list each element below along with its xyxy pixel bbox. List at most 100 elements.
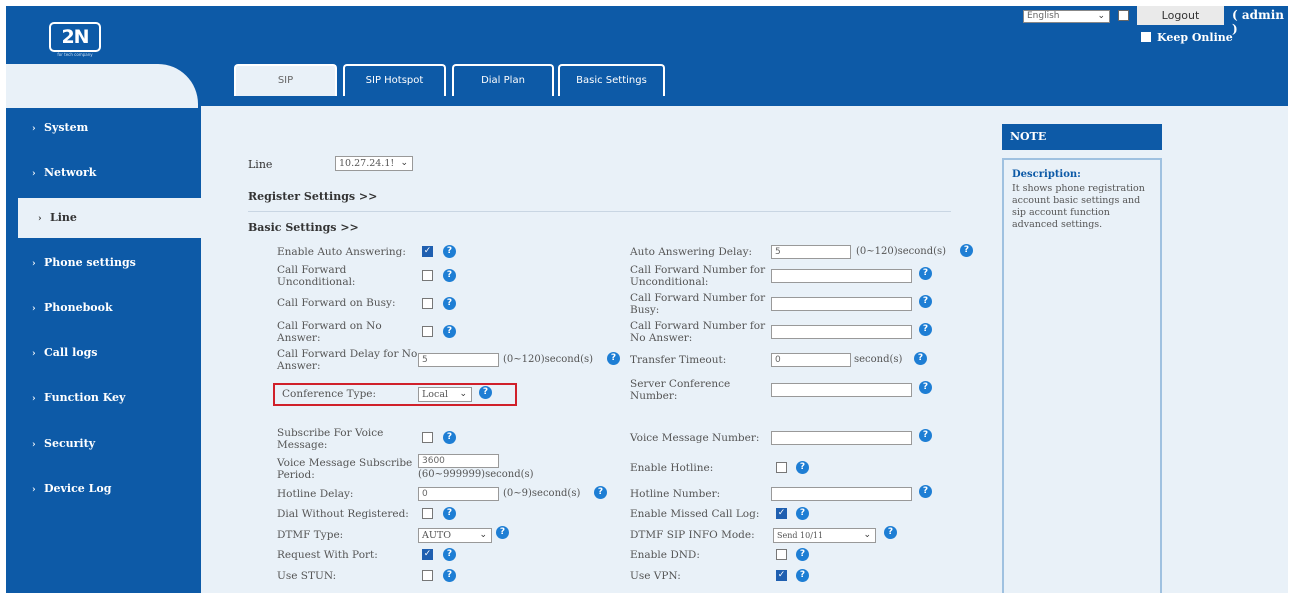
help-icon[interactable]: ? bbox=[443, 245, 456, 258]
enable-missed-call-log-checkbox[interactable]: ✓ bbox=[776, 508, 787, 519]
tab-sip[interactable]: SIP bbox=[234, 64, 337, 96]
dtmf-type-select[interactable]: AUTO ⌄ bbox=[418, 528, 492, 543]
cf-unconditional-checkbox[interactable] bbox=[422, 270, 433, 281]
help-icon[interactable]: ? bbox=[443, 507, 456, 520]
subscribe-voice-checkbox[interactable] bbox=[422, 432, 433, 443]
help-icon[interactable]: ? bbox=[796, 548, 809, 561]
help-icon[interactable]: ? bbox=[496, 526, 509, 539]
use-vpn-checkbox[interactable]: ✓ bbox=[776, 570, 787, 581]
line-select[interactable]: 10.27.24.1! ⌄ bbox=[335, 156, 413, 171]
enable-auto-answering-checkbox[interactable]: ✓ bbox=[422, 246, 433, 257]
help-icon[interactable]: ? bbox=[919, 295, 932, 308]
help-icon[interactable]: ? bbox=[919, 381, 932, 394]
help-icon[interactable]: ? bbox=[884, 526, 897, 539]
sidebar-item-device-log[interactable]: › Device Log bbox=[6, 469, 201, 509]
help-icon[interactable]: ? bbox=[443, 548, 456, 561]
label-line: Server Conference bbox=[630, 378, 731, 390]
dtmf-sip-info-mode-label: DTMF SIP INFO Mode: bbox=[630, 529, 755, 541]
help-icon[interactable]: ? bbox=[443, 431, 456, 444]
transfer-timeout-input[interactable]: 0 bbox=[771, 353, 851, 367]
language-select[interactable]: English ⌄ bbox=[1023, 10, 1110, 23]
help-icon[interactable]: ? bbox=[443, 297, 456, 310]
help-icon[interactable]: ? bbox=[919, 267, 932, 280]
enable-hotline-checkbox[interactable] bbox=[776, 462, 787, 473]
vm-subscribe-period-hint: (60~999999)second(s) bbox=[418, 469, 534, 480]
label-line: No Answer: bbox=[630, 332, 693, 344]
top-checkbox[interactable] bbox=[1118, 10, 1129, 21]
help-icon[interactable]: ? bbox=[919, 485, 932, 498]
enable-hotline-label: Enable Hotline: bbox=[630, 462, 714, 474]
sidebar-item-system[interactable]: › System bbox=[6, 108, 201, 148]
chevron-down-icon: ⌄ bbox=[479, 530, 487, 540]
help-icon[interactable]: ? bbox=[443, 325, 456, 338]
tab-basic-settings[interactable]: Basic Settings bbox=[558, 64, 665, 96]
dial-without-registered-label: Dial Without Registered: bbox=[277, 508, 409, 520]
help-icon[interactable]: ? bbox=[443, 269, 456, 282]
request-with-port-checkbox[interactable]: ✓ bbox=[422, 549, 433, 560]
tab-dial-plan[interactable]: Dial Plan bbox=[452, 64, 554, 96]
transfer-timeout-label: Transfer Timeout: bbox=[630, 354, 727, 366]
transfer-timeout-hint: second(s) bbox=[854, 354, 903, 365]
sidebar-item-function-key[interactable]: › Function Key bbox=[6, 378, 201, 418]
use-stun-checkbox[interactable] bbox=[422, 570, 433, 581]
help-icon[interactable]: ? bbox=[796, 569, 809, 582]
sidebar-item-call-logs[interactable]: › Call logs bbox=[6, 333, 201, 373]
help-icon[interactable]: ? bbox=[443, 569, 456, 582]
hotline-number-input[interactable] bbox=[771, 487, 912, 501]
cf-number-busy-input[interactable] bbox=[771, 297, 912, 311]
arrow-right-icon: › bbox=[32, 349, 36, 359]
sidebar-item-phonebook[interactable]: › Phonebook bbox=[6, 288, 201, 328]
label-line: Voice Message Subscribe bbox=[277, 457, 413, 469]
hotline-delay-input[interactable]: 0 bbox=[418, 487, 499, 501]
sidebar-item-label: Function Key bbox=[44, 391, 126, 404]
tab-sip-hotspot[interactable]: SIP Hotspot bbox=[343, 64, 446, 96]
dial-without-registered-checkbox[interactable] bbox=[422, 508, 433, 519]
enable-dnd-checkbox[interactable] bbox=[776, 549, 787, 560]
cf-number-no-answer-input[interactable] bbox=[771, 325, 912, 339]
basic-settings-toggle[interactable]: Basic Settings >> bbox=[248, 221, 359, 234]
hotline-delay-label: Hotline Delay: bbox=[277, 488, 354, 500]
cf-busy-checkbox[interactable] bbox=[422, 298, 433, 309]
cf-no-answer-checkbox[interactable] bbox=[422, 326, 433, 337]
cf-delay-label: Call Forward Delay for No Answer: bbox=[277, 348, 417, 372]
arrow-right-icon: › bbox=[38, 214, 42, 224]
help-icon[interactable]: ? bbox=[914, 352, 927, 365]
auto-answering-delay-input[interactable]: 5 bbox=[771, 245, 851, 259]
label-line: Unconditional: bbox=[630, 276, 709, 288]
sidebar-item-line[interactable]: › Line bbox=[18, 198, 201, 238]
help-icon[interactable]: ? bbox=[479, 386, 492, 399]
register-settings-toggle[interactable]: Register Settings >> bbox=[248, 190, 377, 203]
sidebar-item-label: Network bbox=[44, 166, 97, 179]
voice-message-number-input[interactable] bbox=[771, 431, 912, 445]
help-icon[interactable]: ? bbox=[607, 352, 620, 365]
request-with-port-label: Request With Port: bbox=[277, 549, 378, 561]
language-value: English bbox=[1027, 11, 1060, 21]
server-conference-number-input[interactable] bbox=[771, 383, 912, 397]
cf-delay-input[interactable]: 5 bbox=[418, 353, 499, 367]
sidebar-item-label: Call logs bbox=[44, 346, 98, 359]
cf-number-unconditional-input[interactable] bbox=[771, 269, 912, 283]
help-icon[interactable]: ? bbox=[919, 429, 932, 442]
help-icon[interactable]: ? bbox=[796, 461, 809, 474]
sidebar-item-label: Line bbox=[50, 211, 77, 224]
dtmf-sip-info-mode-select[interactable]: Send 10/11 ⌄ bbox=[773, 528, 876, 543]
cf-busy-label: Call Forward on Busy: bbox=[277, 297, 396, 309]
app-window: 2N for tech company English ⌄ Logout ( a… bbox=[6, 6, 1288, 593]
vm-subscribe-period-input[interactable]: 3600 bbox=[418, 454, 499, 468]
hotline-number-label: Hotline Number: bbox=[630, 488, 721, 500]
tab-label: Basic Settings bbox=[576, 75, 647, 86]
sidebar-item-label: System bbox=[44, 121, 89, 134]
keep-online-checkbox[interactable] bbox=[1141, 32, 1151, 42]
help-icon[interactable]: ? bbox=[796, 507, 809, 520]
logout-button[interactable]: Logout bbox=[1137, 6, 1224, 25]
sidebar-item-network[interactable]: › Network bbox=[6, 153, 201, 193]
sidebar-item-security[interactable]: › Security bbox=[6, 424, 201, 464]
tab-label: Dial Plan bbox=[481, 75, 525, 86]
help-icon[interactable]: ? bbox=[919, 323, 932, 336]
help-icon[interactable]: ? bbox=[960, 244, 973, 257]
sidebar-item-phone-settings[interactable]: › Phone settings bbox=[6, 243, 201, 283]
conference-type-select[interactable]: Local ⌄ bbox=[418, 387, 472, 402]
dtmf-type-value: AUTO bbox=[422, 530, 451, 541]
sidebar-item-label: Device Log bbox=[44, 482, 112, 495]
help-icon[interactable]: ? bbox=[594, 486, 607, 499]
